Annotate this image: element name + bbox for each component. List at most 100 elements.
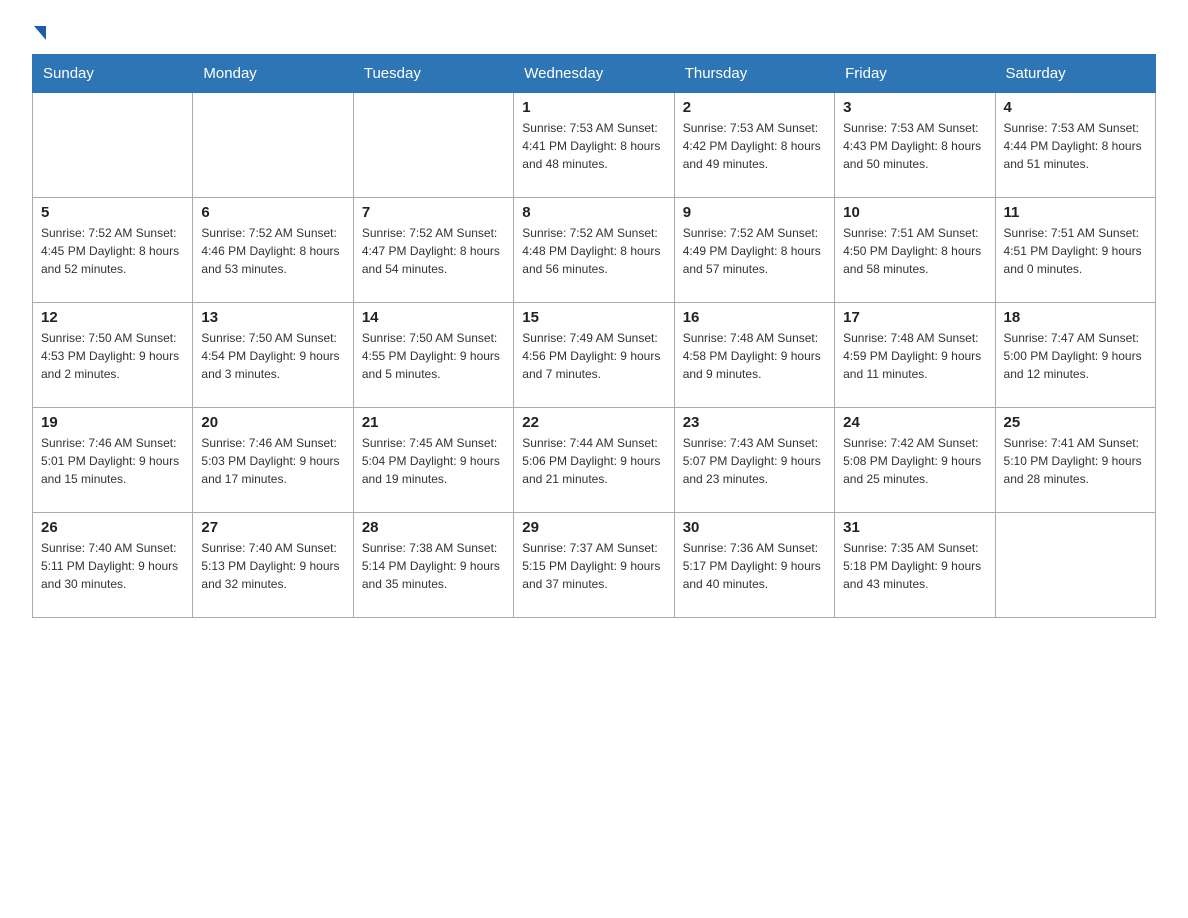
day-number: 5	[41, 204, 184, 221]
day-number: 30	[683, 519, 826, 536]
day-info: Sunrise: 7:47 AM Sunset: 5:00 PM Dayligh…	[1004, 329, 1147, 383]
day-number: 20	[201, 414, 344, 431]
day-number: 19	[41, 414, 184, 431]
day-number: 26	[41, 519, 184, 536]
calendar-cell: 12 Sunrise: 7:50 AM Sunset: 4:53 PM Dayli…	[33, 303, 193, 408]
day-info: Sunrise: 7:40 AM Sunset: 5:11 PM Dayligh…	[41, 539, 184, 593]
day-info: Sunrise: 7:37 AM Sunset: 5:15 PM Dayligh…	[522, 539, 665, 593]
calendar-week-1: 1Sunrise: 7:53 AM Sunset: 4:41 PM Daylig…	[33, 93, 1156, 198]
weekday-header-wednesday: Wednesday	[514, 55, 674, 93]
day-info: Sunrise: 7:40 AM Sunset: 5:13 PM Dayligh…	[201, 539, 344, 593]
day-number: 21	[362, 414, 505, 431]
calendar-cell	[33, 93, 193, 198]
day-info: Sunrise: 7:35 AM Sunset: 5:18 PM Dayligh…	[843, 539, 986, 593]
calendar-cell: 1Sunrise: 7:53 AM Sunset: 4:41 PM Daylig…	[514, 93, 674, 198]
calendar-week-3: 12 Sunrise: 7:50 AM Sunset: 4:53 PM Dayli…	[33, 303, 1156, 408]
day-info: Sunrise: 7:50 AM Sunset: 4:55 PM Dayligh…	[362, 329, 505, 383]
calendar-cell: 2Sunrise: 7:53 AM Sunset: 4:42 PM Daylig…	[674, 93, 834, 198]
day-number: 6	[201, 204, 344, 221]
calendar-week-4: 19 Sunrise: 7:46 AM Sunset: 5:01 PM Dayli…	[33, 408, 1156, 513]
day-number: 11	[1004, 204, 1147, 221]
day-info: Sunrise: 7:46 AM Sunset: 5:03 PM Dayligh…	[201, 434, 344, 488]
calendar-cell: 28Sunrise: 7:38 AM Sunset: 5:14 PM Dayli…	[353, 513, 513, 618]
day-number: 28	[362, 519, 505, 536]
day-number: 13	[201, 309, 344, 326]
day-info: Sunrise: 7:50 AM Sunset: 4:53 PM Dayligh…	[41, 329, 184, 383]
day-info: Sunrise: 7:52 AM Sunset: 4:45 PM Dayligh…	[41, 224, 184, 278]
calendar-cell: 31 Sunrise: 7:35 AM Sunset: 5:18 PM Dayli…	[835, 513, 995, 618]
day-info: Sunrise: 7:43 AM Sunset: 5:07 PM Dayligh…	[683, 434, 826, 488]
day-info: Sunrise: 7:52 AM Sunset: 4:49 PM Dayligh…	[683, 224, 826, 278]
day-number: 23	[683, 414, 826, 431]
calendar-cell: 22Sunrise: 7:44 AM Sunset: 5:06 PM Dayli…	[514, 408, 674, 513]
weekday-header-row: SundayMondayTuesdayWednesdayThursdayFrid…	[33, 55, 1156, 93]
day-info: Sunrise: 7:53 AM Sunset: 4:44 PM Dayligh…	[1004, 119, 1147, 173]
day-number: 29	[522, 519, 665, 536]
day-info: Sunrise: 7:36 AM Sunset: 5:17 PM Dayligh…	[683, 539, 826, 593]
day-number: 15	[522, 309, 665, 326]
weekday-header-thursday: Thursday	[674, 55, 834, 93]
day-info: Sunrise: 7:46 AM Sunset: 5:01 PM Dayligh…	[41, 434, 184, 488]
calendar-cell	[193, 93, 353, 198]
day-info: Sunrise: 7:49 AM Sunset: 4:56 PM Dayligh…	[522, 329, 665, 383]
calendar-cell: 16 Sunrise: 7:48 AM Sunset: 4:58 PM Dayli…	[674, 303, 834, 408]
day-number: 18	[1004, 309, 1147, 326]
calendar-cell: 8 Sunrise: 7:52 AM Sunset: 4:48 PM Daylig…	[514, 198, 674, 303]
calendar-cell: 20 Sunrise: 7:46 AM Sunset: 5:03 PM Dayli…	[193, 408, 353, 513]
calendar-cell: 18 Sunrise: 7:47 AM Sunset: 5:00 PM Dayli…	[995, 303, 1155, 408]
day-info: Sunrise: 7:48 AM Sunset: 4:58 PM Dayligh…	[683, 329, 826, 383]
calendar-cell: 25 Sunrise: 7:41 AM Sunset: 5:10 PM Dayli…	[995, 408, 1155, 513]
logo	[32, 24, 48, 38]
logo-arrow-icon	[34, 26, 46, 40]
day-number: 16	[683, 309, 826, 326]
day-number: 9	[683, 204, 826, 221]
day-info: Sunrise: 7:51 AM Sunset: 4:50 PM Dayligh…	[843, 224, 986, 278]
calendar-cell: 4Sunrise: 7:53 AM Sunset: 4:44 PM Daylig…	[995, 93, 1155, 198]
day-info: Sunrise: 7:48 AM Sunset: 4:59 PM Dayligh…	[843, 329, 986, 383]
calendar-week-5: 26 Sunrise: 7:40 AM Sunset: 5:11 PM Dayli…	[33, 513, 1156, 618]
day-info: Sunrise: 7:42 AM Sunset: 5:08 PM Dayligh…	[843, 434, 986, 488]
calendar-cell: 24 Sunrise: 7:42 AM Sunset: 5:08 PM Dayli…	[835, 408, 995, 513]
weekday-header-tuesday: Tuesday	[353, 55, 513, 93]
calendar-cell: 15 Sunrise: 7:49 AM Sunset: 4:56 PM Dayli…	[514, 303, 674, 408]
day-info: Sunrise: 7:52 AM Sunset: 4:46 PM Dayligh…	[201, 224, 344, 278]
calendar-body: 1Sunrise: 7:53 AM Sunset: 4:41 PM Daylig…	[33, 93, 1156, 618]
day-number: 17	[843, 309, 986, 326]
day-number: 27	[201, 519, 344, 536]
day-number: 1	[522, 99, 665, 116]
calendar-cell: 6 Sunrise: 7:52 AM Sunset: 4:46 PM Daylig…	[193, 198, 353, 303]
day-info: Sunrise: 7:50 AM Sunset: 4:54 PM Dayligh…	[201, 329, 344, 383]
day-number: 8	[522, 204, 665, 221]
day-info: Sunrise: 7:41 AM Sunset: 5:10 PM Dayligh…	[1004, 434, 1147, 488]
calendar-cell: 26 Sunrise: 7:40 AM Sunset: 5:11 PM Dayli…	[33, 513, 193, 618]
day-info: Sunrise: 7:52 AM Sunset: 4:48 PM Dayligh…	[522, 224, 665, 278]
calendar-cell: 17 Sunrise: 7:48 AM Sunset: 4:59 PM Dayli…	[835, 303, 995, 408]
calendar-cell: 14 Sunrise: 7:50 AM Sunset: 4:55 PM Dayli…	[353, 303, 513, 408]
calendar-cell: 7 Sunrise: 7:52 AM Sunset: 4:47 PM Daylig…	[353, 198, 513, 303]
day-info: Sunrise: 7:53 AM Sunset: 4:42 PM Dayligh…	[683, 119, 826, 173]
calendar-cell: 3Sunrise: 7:53 AM Sunset: 4:43 PM Daylig…	[835, 93, 995, 198]
day-number: 10	[843, 204, 986, 221]
weekday-header-monday: Monday	[193, 55, 353, 93]
calendar-cell	[995, 513, 1155, 618]
calendar-cell: 5 Sunrise: 7:52 AM Sunset: 4:45 PM Daylig…	[33, 198, 193, 303]
day-number: 7	[362, 204, 505, 221]
calendar-cell: 11Sunrise: 7:51 AM Sunset: 4:51 PM Dayli…	[995, 198, 1155, 303]
day-number: 14	[362, 309, 505, 326]
day-number: 3	[843, 99, 986, 116]
calendar-cell: 19 Sunrise: 7:46 AM Sunset: 5:01 PM Dayli…	[33, 408, 193, 513]
day-number: 12	[41, 309, 184, 326]
weekday-header-friday: Friday	[835, 55, 995, 93]
calendar-cell: 21Sunrise: 7:45 AM Sunset: 5:04 PM Dayli…	[353, 408, 513, 513]
day-number: 24	[843, 414, 986, 431]
day-info: Sunrise: 7:52 AM Sunset: 4:47 PM Dayligh…	[362, 224, 505, 278]
weekday-header-saturday: Saturday	[995, 55, 1155, 93]
calendar-cell: 27 Sunrise: 7:40 AM Sunset: 5:13 PM Dayli…	[193, 513, 353, 618]
page-header	[32, 24, 1156, 38]
day-number: 31	[843, 519, 986, 536]
calendar-cell: 9 Sunrise: 7:52 AM Sunset: 4:49 PM Daylig…	[674, 198, 834, 303]
calendar-cell: 30 Sunrise: 7:36 AM Sunset: 5:17 PM Dayli…	[674, 513, 834, 618]
weekday-header-sunday: Sunday	[33, 55, 193, 93]
calendar-cell: 23 Sunrise: 7:43 AM Sunset: 5:07 PM Dayli…	[674, 408, 834, 513]
day-number: 25	[1004, 414, 1147, 431]
